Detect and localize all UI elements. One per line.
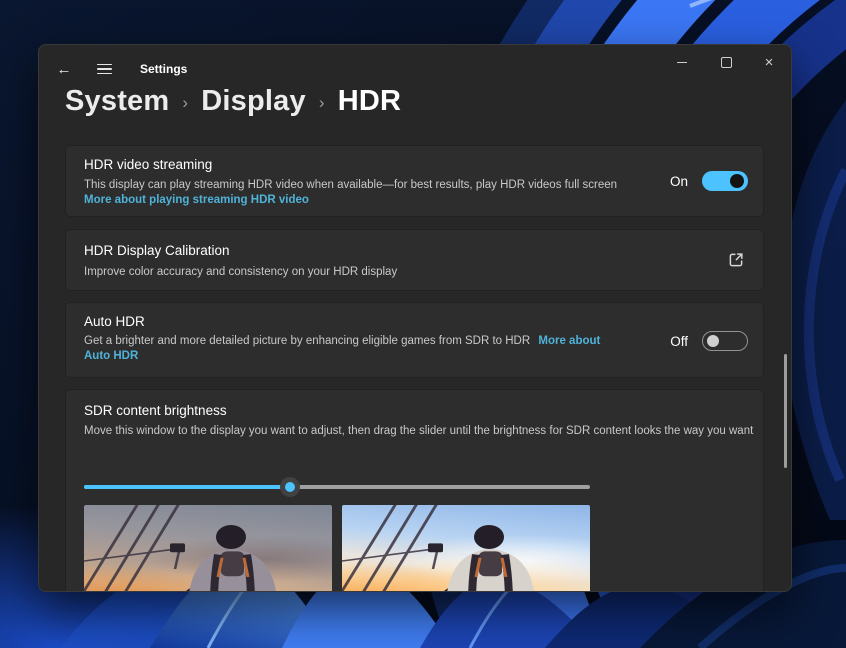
breadcrumb-system[interactable]: System [65,85,169,118]
toggle-knob [730,174,744,188]
auto-hdr-toggle[interactable] [702,331,748,351]
card-description: Get a brighter and more detailed picture… [84,333,600,350]
card-sdr-content-brightness: SDR content brightness Move this window … [65,389,764,592]
close-button[interactable]: × [747,45,791,79]
open-in-new-window-icon[interactable] [727,251,745,269]
more-about-streaming-link[interactable]: More about playing streaming HDR video [84,194,309,206]
settings-window: ← Settings × System › Display › HDR HDR … [38,44,792,592]
breadcrumb: System › Display › HDR [65,85,401,118]
minimize-icon [677,62,687,63]
maximize-button[interactable] [704,45,748,79]
toggle-row: On [670,171,748,191]
toggle-state-label: On [670,174,688,189]
card-title: SDR content brightness [84,403,227,418]
slider-fill [84,485,290,489]
card-description: This display can play streaming HDR vide… [84,177,617,194]
scrollbar-thumb[interactable] [784,354,787,468]
maximize-icon [721,57,732,68]
chevron-right-icon: › [169,93,201,113]
card-hdr-video-streaming: HDR video streaming This display can pla… [65,145,764,217]
card-title: Auto HDR [84,314,145,329]
more-about-auto-hdr-link[interactable]: Auto HDR [84,350,138,362]
card-description: Improve color accuracy and consistency o… [84,264,397,281]
toggle-state-label: Off [670,334,688,349]
card-hdr-display-calibration[interactable]: HDR Display Calibration Improve color ac… [65,229,764,291]
card-auto-hdr: Auto HDR Get a brighter and more detaile… [65,302,764,378]
page-title: HDR [338,85,401,118]
card-title: HDR Display Calibration [84,243,230,258]
hdr-video-streaming-toggle[interactable] [702,171,748,191]
description-text: Get a brighter and more detailed picture… [84,335,530,347]
hamburger-menu-button[interactable] [91,56,117,82]
more-about-auto-hdr-link[interactable]: More about [538,335,600,347]
back-button[interactable]: ← [51,56,77,82]
breadcrumb-display[interactable]: Display [201,85,306,118]
sdr-brightness-slider[interactable] [84,485,590,489]
sdr-example-image [84,505,332,592]
slider-thumb[interactable] [280,477,300,497]
hamburger-icon [97,64,112,66]
minimize-button[interactable] [660,45,704,79]
chevron-right-icon: › [306,93,338,113]
card-title: HDR video streaming [84,157,212,172]
toggle-row: Off [670,331,748,351]
card-description: Move this window to the display you want… [84,423,753,440]
hdr-example-image [342,505,590,592]
toggle-knob [707,335,719,347]
